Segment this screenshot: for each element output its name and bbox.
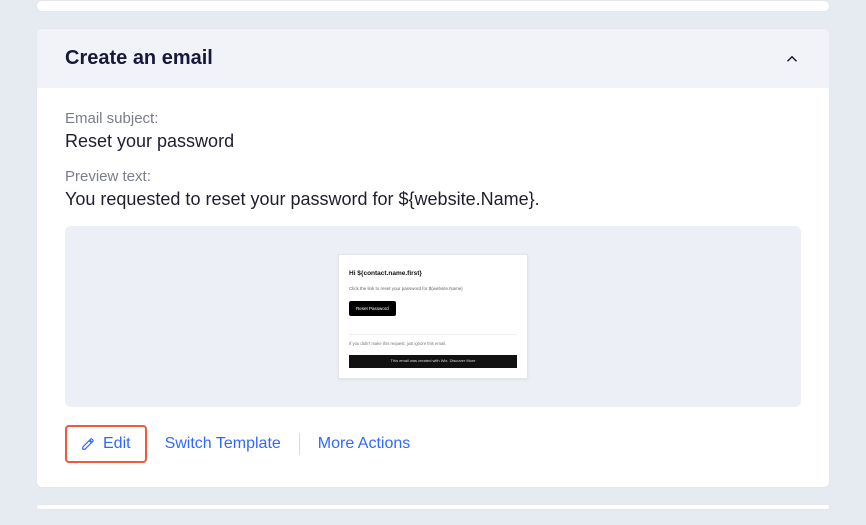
chevron-up-icon (783, 50, 801, 68)
pencil-icon (81, 437, 95, 451)
email-subject-value: Reset your password (65, 131, 801, 152)
preview-text-label: Preview text: (65, 168, 801, 185)
edit-button[interactable]: Edit (65, 425, 147, 463)
create-email-card: Create an email Email subject: Reset you… (36, 28, 830, 488)
email-preview-box: Hi ${contact.name.first} Click the link … (65, 226, 801, 407)
previous-card-stub (36, 0, 830, 12)
edit-label: Edit (103, 435, 131, 453)
thumb-footer: This email was created with Wix. Discove… (349, 355, 517, 367)
thumb-greeting: Hi ${contact.name.first} (349, 269, 517, 279)
card-title: Create an email (65, 47, 213, 70)
actions-row: Edit Switch Template More Actions (65, 425, 801, 463)
preview-text-value: You requested to reset your password for… (65, 189, 801, 210)
thumb-separator (349, 334, 517, 335)
email-thumbnail: Hi ${contact.name.first} Click the link … (338, 254, 528, 379)
thumb-note: If you didn't make this request, just ig… (349, 341, 517, 348)
action-divider (299, 433, 300, 455)
thumb-line1: Click the link to reset your password fo… (349, 285, 517, 292)
email-subject-label: Email subject: (65, 110, 801, 127)
more-actions-button[interactable]: More Actions (318, 435, 410, 453)
card-body: Email subject: Reset your password Previ… (37, 88, 829, 487)
switch-template-button[interactable]: Switch Template (165, 435, 281, 453)
thumb-reset-button: Reset Password (349, 301, 396, 316)
next-card-stub (36, 504, 830, 510)
card-header[interactable]: Create an email (37, 29, 829, 88)
